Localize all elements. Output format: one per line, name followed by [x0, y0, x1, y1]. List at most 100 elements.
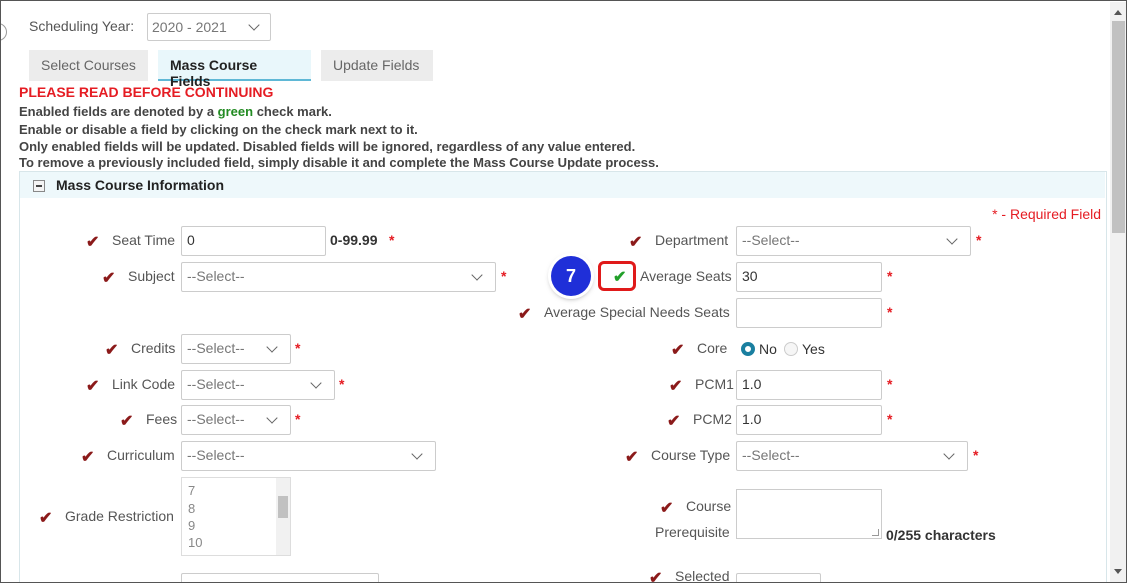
department-check-icon[interactable]: ✔: [629, 232, 642, 252]
tab-update-fields[interactable]: Update Fields: [321, 50, 433, 81]
listbox-scroll-thumb[interactable]: [278, 496, 288, 518]
course-type-select[interactable]: --Select--: [736, 441, 968, 471]
notice-line-2: Enable or disable a field by clicking on…: [19, 122, 418, 137]
chevron-down-icon: [248, 19, 260, 31]
credits-value: --Select--: [187, 340, 245, 356]
notice-line-1: Enabled fields are denoted by a green ch…: [19, 104, 332, 119]
subject-label: Subject: [128, 268, 175, 284]
course-prerequisite-label-line2: Prerequisite: [655, 524, 730, 540]
selected-field[interactable]: [736, 573, 821, 582]
scroll-down-arrow-icon[interactable]: [1114, 569, 1122, 574]
grade-option[interactable]: 7: [188, 483, 195, 498]
warning-heading: PLEASE READ BEFORE CONTINUING: [19, 84, 274, 100]
pcm1-input[interactable]: 1.0: [736, 370, 882, 400]
seat-time-label: Seat Time: [112, 232, 176, 248]
department-select[interactable]: --Select--: [736, 226, 971, 256]
department-value: --Select--: [742, 232, 800, 248]
credits-select[interactable]: --Select--: [181, 334, 291, 364]
core-no-label: No: [759, 341, 777, 357]
pcm2-check-icon[interactable]: ✔: [667, 411, 680, 431]
chevron-down-icon: [943, 448, 955, 460]
pcm1-label: PCM1: [695, 376, 734, 392]
grade-option[interactable]: 9: [188, 518, 195, 533]
course-type-value: --Select--: [742, 447, 800, 463]
fees-value: --Select--: [187, 411, 245, 427]
fees-select[interactable]: --Select--: [181, 405, 291, 435]
chevron-down-icon: [411, 448, 423, 460]
curriculum-select[interactable]: --Select--: [181, 441, 436, 471]
subject-check-icon[interactable]: ✔: [102, 268, 115, 288]
chevron-down-icon: [310, 377, 322, 389]
link-code-label: Link Code: [112, 376, 176, 392]
fees-label: Fees: [146, 411, 178, 427]
average-special-needs-seats-label: Average Special Needs Seats: [544, 304, 730, 320]
pcm2-label: PCM2: [693, 411, 732, 427]
average-special-needs-seats-check-icon[interactable]: ✔: [518, 304, 531, 324]
scheduling-year-select[interactable]: 2020 - 2021: [147, 13, 271, 41]
core-no-radio[interactable]: [741, 342, 755, 356]
required-star: *: [976, 232, 982, 248]
link-code-value: --Select--: [187, 376, 245, 392]
page-scroll-thumb[interactable]: [1112, 21, 1125, 233]
fees-check-icon[interactable]: ✔: [120, 411, 133, 431]
seat-time-range: 0-99.99: [330, 232, 378, 248]
curriculum-label: Curriculum: [107, 447, 175, 463]
chevron-down-icon: [471, 269, 483, 281]
required-star: *: [887, 268, 893, 284]
pcm2-input[interactable]: 1.0: [736, 405, 882, 435]
average-seats-input[interactable]: 30: [736, 262, 882, 292]
required-star: *: [501, 268, 507, 284]
core-check-icon[interactable]: ✔: [671, 340, 684, 360]
required-star: *: [887, 304, 893, 320]
scheduling-year-label: Scheduling Year:: [29, 18, 135, 34]
average-seats-label: Average Seats: [640, 268, 732, 284]
course-prerequisite-textarea[interactable]: [736, 489, 882, 539]
grade-option[interactable]: 10: [188, 535, 202, 550]
pcm1-check-icon[interactable]: ✔: [669, 376, 682, 396]
curriculum-value: --Select--: [187, 447, 245, 463]
curriculum-check-icon[interactable]: ✔: [81, 447, 94, 467]
required-field-note: * - Required Field: [992, 206, 1101, 222]
credits-label: Credits: [131, 340, 176, 356]
scroll-up-arrow-icon[interactable]: [1114, 10, 1122, 15]
tab-mass-course-fields[interactable]: Mass Course Fields: [158, 50, 311, 89]
required-star: *: [887, 376, 893, 392]
core-yes-label: Yes: [802, 341, 825, 357]
link-code-select[interactable]: --Select--: [181, 370, 335, 400]
subject-select[interactable]: --Select--: [181, 262, 496, 292]
tab-select-courses[interactable]: Select Courses: [29, 50, 148, 81]
panel-title: Mass Course Information: [56, 177, 225, 193]
resize-grip-icon[interactable]: [872, 529, 879, 536]
subject-value: --Select--: [187, 268, 245, 284]
grade-restriction-listbox[interactable]: 7 8 9 10 11: [181, 477, 291, 556]
collapse-minus-icon[interactable]: [33, 180, 45, 192]
chevron-down-icon: [266, 412, 278, 424]
department-label: Department: [655, 232, 729, 248]
seat-time-check-icon[interactable]: ✔: [86, 232, 99, 252]
required-star: *: [339, 376, 345, 392]
average-seats-check-icon[interactable]: ✔: [613, 267, 626, 287]
credits-check-icon[interactable]: ✔: [105, 340, 118, 360]
seat-time-input[interactable]: 0: [181, 226, 326, 256]
grade-option[interactable]: 11: [188, 552, 202, 555]
required-star: *: [295, 340, 301, 356]
required-star: *: [887, 411, 893, 427]
notice-green-word: green: [217, 104, 254, 119]
selected-check-icon[interactable]: ✔: [649, 568, 662, 582]
app-window: Scheduling Year: 2020 - 2021 Select Cour…: [0, 0, 1127, 583]
required-star: *: [973, 447, 979, 463]
notice-text: check mark.: [253, 104, 332, 119]
core-yes-radio[interactable]: [784, 342, 798, 356]
grade-option[interactable]: 8: [188, 501, 195, 516]
grade-restriction-check-icon[interactable]: ✔: [39, 508, 52, 528]
course-prerequisite-check-icon[interactable]: ✔: [660, 498, 673, 518]
link-code-check-icon[interactable]: ✔: [86, 376, 99, 396]
notice-text: Enabled fields are denoted by a: [19, 104, 218, 119]
course-type-label: Course Type: [651, 447, 731, 463]
character-counter: 0/255 characters: [886, 527, 996, 543]
course-type-check-icon[interactable]: ✔: [625, 447, 638, 467]
grade-restriction-label: Grade Restriction: [65, 508, 174, 524]
bottom-left-field[interactable]: [181, 573, 379, 582]
collapse-handle-icon[interactable]: [1, 23, 7, 41]
average-special-needs-seats-input[interactable]: [736, 298, 882, 328]
